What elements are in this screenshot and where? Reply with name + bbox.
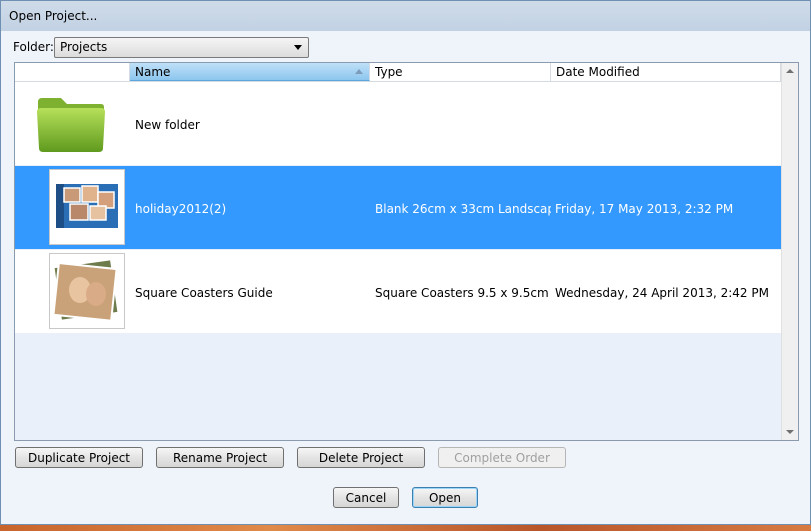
list-header: Name Type Date Modified — [15, 63, 781, 82]
complete-order-button[interactable]: Complete Order — [438, 447, 566, 468]
vertical-scrollbar[interactable] — [781, 63, 798, 440]
delete-project-button[interactable]: Delete Project — [297, 447, 425, 468]
row-name: holiday2012(2) — [135, 202, 227, 216]
row-type: Square Coasters 9.5 x 9.5cm (Se... — [375, 286, 551, 300]
column-header-blank — [15, 63, 130, 81]
column-header-name[interactable]: Name — [130, 63, 370, 81]
dialog-title: Open Project... — [9, 9, 98, 23]
column-header-type-label: Type — [375, 65, 403, 79]
row-date: Wednesday, 24 April 2013, 2:42 PM — [555, 286, 769, 300]
chevron-down-icon — [294, 45, 302, 50]
title-bar: Open Project... — [1, 1, 810, 31]
column-header-date[interactable]: Date Modified — [551, 63, 781, 81]
row-name: Square Coasters Guide — [135, 286, 273, 300]
list-item-square-coasters[interactable]: Square Coasters Guide Square Coasters 9.… — [15, 250, 781, 333]
row-date: Friday, 17 May 2013, 2:32 PM — [555, 202, 734, 216]
cancel-button[interactable]: Cancel — [333, 487, 399, 508]
list-item-holiday2012[interactable]: holiday2012(2) Blank 26cm x 33cm Landsca… — [15, 166, 781, 249]
scroll-down-arrow-icon[interactable] — [786, 430, 794, 434]
rename-project-button[interactable]: Rename Project — [156, 447, 284, 468]
column-header-date-label: Date Modified — [556, 65, 640, 79]
row-type: Blank 26cm x 33cm Landscape ... — [375, 202, 551, 216]
list-item-new-folder[interactable]: New folder — [15, 82, 781, 165]
folder-dropdown-value: Projects — [60, 40, 108, 54]
folder-icon — [37, 98, 105, 152]
row-name: New folder — [135, 118, 200, 132]
folder-dropdown[interactable]: Projects — [54, 37, 309, 58]
open-button[interactable]: Open — [412, 487, 478, 508]
photobook-thumbnail — [49, 169, 125, 245]
open-project-dialog: Open Project... Folder: Projects Name Ty… — [0, 0, 811, 525]
duplicate-project-button[interactable]: Duplicate Project — [15, 447, 143, 468]
scroll-up-arrow-icon[interactable] — [786, 69, 794, 73]
folder-label: Folder: — [13, 40, 54, 54]
column-header-type[interactable]: Type — [370, 63, 551, 81]
sort-ascending-icon — [355, 69, 363, 74]
background-window-strip — [0, 525, 811, 531]
coaster-thumbnail — [49, 253, 125, 329]
column-header-name-label: Name — [135, 65, 171, 79]
project-list[interactable]: Name Type Date Modified New folder holid… — [14, 62, 799, 441]
